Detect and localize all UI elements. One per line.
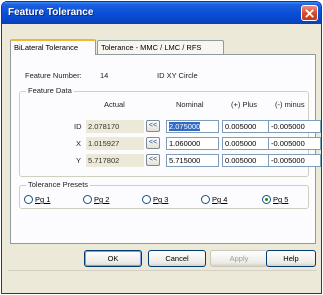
actual-header: Actual [104,100,125,109]
apply-button[interactable]: Apply [210,250,268,267]
preset-radio-pg5[interactable]: Pg 5 [262,195,288,204]
radio-circle-icon [201,195,210,204]
cancel-button[interactable]: Cancel [148,250,206,267]
preset-label-pg3: Pg 3 [153,195,169,204]
plus-header: (+) Plus [231,100,258,109]
preset-radio-pg4[interactable]: Pg 4 [201,195,227,204]
row-label-id: ID [74,122,82,131]
preset-label-pg1: Pg 1 [35,195,51,204]
copy-actual-id-button[interactable]: << [146,120,160,132]
feature-tolerance-dialog: Feature Tolerance BiLateral Tolerance To… [1,1,322,294]
nominal-y-field[interactable]: 5.715000 [166,154,219,167]
actual-x: 1.015927 [86,137,144,150]
preset-label-pg2: Pg 2 [94,195,110,204]
feature-data-group: Feature Data Actual Nominal (+) Plus (-)… [19,86,321,177]
bottom-divider [8,270,317,271]
preset-radio-pg3[interactable]: Pg 3 [142,195,168,204]
actual-y: 5.717802 [86,154,144,167]
actual-id: 2.078170 [86,120,144,133]
row-label-y: Y [76,156,82,165]
tab-bilateral-tolerance[interactable]: BiLateral Tolerance [10,39,96,55]
copy-actual-y-button[interactable]: << [146,154,160,166]
nominal-x-field[interactable]: 1.060000 [166,137,219,150]
tab-panel: Feature Number: 14 ID XY Circle Feature … [10,54,321,244]
tolerance-presets-group: Tolerance Presets Pg 1 Pg 2 Pg 3 Pg 4 Pg… [19,180,309,209]
nominal-header: Nominal [176,100,204,109]
help-button[interactable]: Help [266,250,316,267]
nominal-id-value: 2.075000 [169,122,201,131]
minus-header: (-) minus [275,100,305,109]
radio-selected-icon [262,195,271,204]
radio-circle-icon [83,195,92,204]
feature-number-value: 14 [100,71,109,80]
radio-circle-icon [24,195,33,204]
preset-radio-pg2[interactable]: Pg 2 [83,195,109,204]
feature-data-title: Feature Data [26,86,74,95]
close-button[interactable] [301,5,318,21]
copy-actual-x-button[interactable]: << [146,137,160,149]
window-title: Feature Tolerance [8,7,94,18]
tab-mmc-lmc-rfs[interactable]: Tolerance - MMC / LMC / RFS [97,40,224,55]
close-icon [305,8,314,18]
preset-label-pg4: Pg 4 [212,195,228,204]
feature-name: ID XY Circle [157,71,198,80]
preset-label-pg5: Pg 5 [273,195,289,204]
row-label-x: X [76,139,82,148]
nominal-id-field[interactable]: 2.075000 [166,120,219,133]
radio-circle-icon [142,195,151,204]
title-bar[interactable]: Feature Tolerance [2,2,321,24]
minus-id-field[interactable]: -0.005000 [268,120,321,133]
feature-number-label: Feature Number: [25,71,82,80]
minus-y-field[interactable]: -0.005000 [268,154,321,167]
tolerance-presets-title: Tolerance Presets [26,180,91,189]
preset-radio-pg1[interactable]: Pg 1 [24,195,50,204]
ok-button[interactable]: OK [84,250,142,267]
minus-x-field[interactable]: -0.005000 [268,137,321,150]
